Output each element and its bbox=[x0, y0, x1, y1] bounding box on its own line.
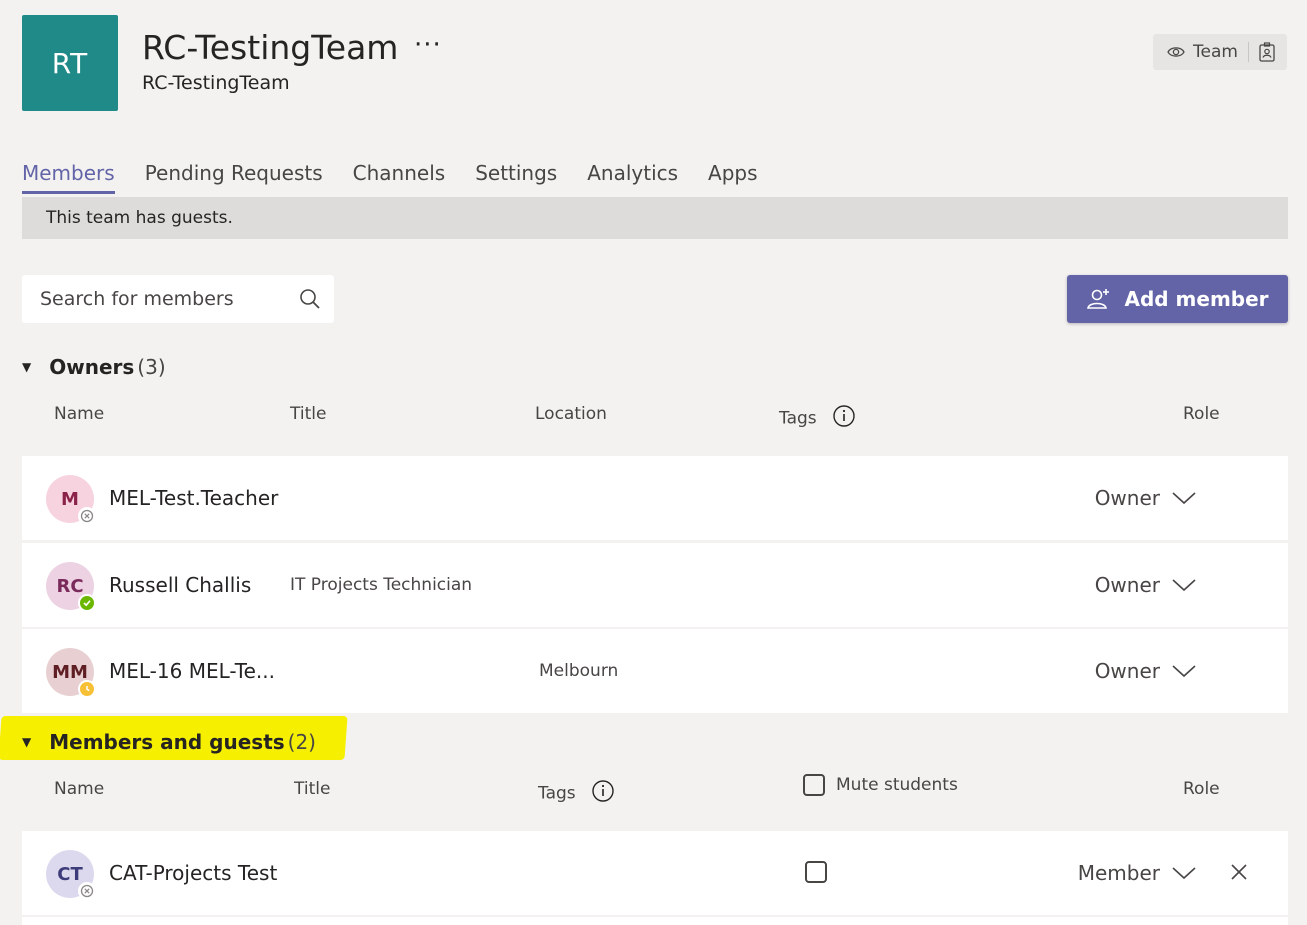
add-person-icon bbox=[1086, 287, 1124, 311]
team-badge-label: Team bbox=[1193, 42, 1238, 62]
column-header-role: Role bbox=[1183, 404, 1220, 424]
avatar: CT bbox=[46, 850, 96, 900]
column-header-title: Title bbox=[294, 779, 331, 799]
eye-icon bbox=[1167, 45, 1185, 59]
column-header-name: Name bbox=[54, 404, 105, 424]
column-header-role: Role bbox=[1183, 779, 1220, 799]
tab-apps[interactable]: Apps bbox=[708, 161, 758, 194]
owners-section-header[interactable]: ▼ Owners (3) bbox=[22, 355, 166, 379]
column-header-tags: Tags bbox=[779, 404, 856, 433]
avatar-initials: CT bbox=[57, 863, 83, 885]
table-row bbox=[22, 917, 1288, 925]
search-input[interactable]: Search for members bbox=[40, 288, 234, 310]
owners-count: (3) bbox=[137, 355, 166, 379]
member-name: MEL-Test.Teacher bbox=[109, 486, 279, 510]
table-row[interactable]: M MEL-Test.Teacher Owner bbox=[22, 456, 1288, 540]
status-offline-icon bbox=[78, 507, 96, 525]
add-member-button[interactable]: Add member bbox=[1067, 275, 1288, 323]
member-title: IT Projects Technician bbox=[290, 575, 473, 595]
avatar-initials: RC bbox=[56, 575, 84, 597]
search-box[interactable]: Search for members bbox=[22, 275, 334, 323]
role-dropdown[interactable]: Owner bbox=[1095, 573, 1196, 597]
table-row[interactable]: RC Russell Challis IT Projects Technicia… bbox=[22, 543, 1288, 627]
column-header-mute: Mute students bbox=[803, 774, 958, 796]
contact-card-icon[interactable] bbox=[1259, 42, 1275, 62]
team-badge[interactable]: Team bbox=[1153, 34, 1287, 70]
tab-channels[interactable]: Channels bbox=[353, 161, 446, 194]
member-name: MEL-16 MEL-Te... bbox=[109, 659, 275, 683]
tab-analytics[interactable]: Analytics bbox=[587, 161, 678, 194]
team-description: RC-TestingTeam bbox=[142, 72, 290, 94]
add-member-label: Add member bbox=[1124, 287, 1269, 311]
team-name: RC-TestingTeam bbox=[142, 28, 399, 67]
table-row[interactable]: MM MEL-16 MEL-Te... Melbourn Owner bbox=[22, 629, 1288, 713]
role-label: Owner bbox=[1094, 573, 1160, 597]
owners-title: Owners bbox=[49, 355, 135, 379]
tags-label: Tags bbox=[538, 783, 576, 804]
chevron-down-icon bbox=[1172, 665, 1196, 678]
member-name: Russell Challis bbox=[109, 573, 252, 597]
status-away-icon bbox=[78, 680, 96, 698]
chevron-down-icon bbox=[1172, 579, 1196, 592]
member-location: Melbourn bbox=[539, 661, 619, 681]
banner-text: This team has guests. bbox=[46, 208, 233, 228]
tags-label: Tags bbox=[779, 408, 817, 429]
chevron-down-icon bbox=[1172, 867, 1196, 880]
avatar-initials: M bbox=[61, 488, 79, 510]
mute-students-label: Mute students bbox=[836, 775, 958, 795]
close-icon bbox=[1231, 864, 1247, 880]
column-header-name: Name bbox=[54, 779, 105, 799]
role-label: Owner bbox=[1094, 659, 1160, 683]
column-header-tags: Tags bbox=[538, 779, 615, 808]
members-count: (2) bbox=[287, 730, 316, 754]
avatar-initials: MM bbox=[52, 661, 88, 683]
role-dropdown[interactable]: Owner bbox=[1095, 486, 1196, 510]
search-icon[interactable] bbox=[298, 287, 322, 311]
avatar: RC bbox=[46, 562, 96, 612]
role-label: Member bbox=[1077, 861, 1160, 885]
avatar: M bbox=[46, 475, 96, 525]
members-section-header[interactable]: ▼ Members and guests (2) bbox=[22, 730, 316, 754]
role-label: Owner bbox=[1094, 486, 1160, 510]
avatar: MM bbox=[46, 648, 96, 698]
remove-member-button[interactable] bbox=[1230, 863, 1248, 881]
tab-pending-requests[interactable]: Pending Requests bbox=[145, 161, 323, 194]
status-available-icon bbox=[78, 594, 96, 612]
member-name: CAT-Projects Test bbox=[109, 861, 278, 885]
tab-bar: Members Pending Requests Channels Settin… bbox=[22, 161, 788, 194]
more-options-button[interactable]: ··· bbox=[414, 30, 442, 60]
table-row[interactable]: CT CAT-Projects Test Member bbox=[22, 831, 1288, 915]
guests-banner: This team has guests. bbox=[22, 197, 1288, 239]
members-title: Members and guests bbox=[49, 730, 285, 754]
column-header-location: Location bbox=[535, 404, 607, 424]
status-offline-icon bbox=[78, 882, 96, 900]
column-header-title: Title bbox=[290, 404, 327, 424]
caret-down-icon[interactable]: ▼ bbox=[22, 735, 31, 749]
caret-down-icon[interactable]: ▼ bbox=[22, 360, 31, 374]
role-dropdown[interactable]: Owner bbox=[1095, 659, 1196, 683]
tab-settings[interactable]: Settings bbox=[475, 161, 557, 194]
divider bbox=[1247, 42, 1249, 62]
role-dropdown[interactable]: Member bbox=[1078, 861, 1196, 885]
info-icon[interactable] bbox=[832, 404, 856, 433]
mute-all-checkbox[interactable] bbox=[803, 774, 825, 796]
mute-checkbox[interactable] bbox=[805, 861, 827, 883]
tab-members[interactable]: Members bbox=[22, 161, 115, 194]
chevron-down-icon bbox=[1172, 492, 1196, 505]
team-avatar: RT bbox=[22, 15, 118, 111]
info-icon[interactable] bbox=[591, 779, 615, 808]
